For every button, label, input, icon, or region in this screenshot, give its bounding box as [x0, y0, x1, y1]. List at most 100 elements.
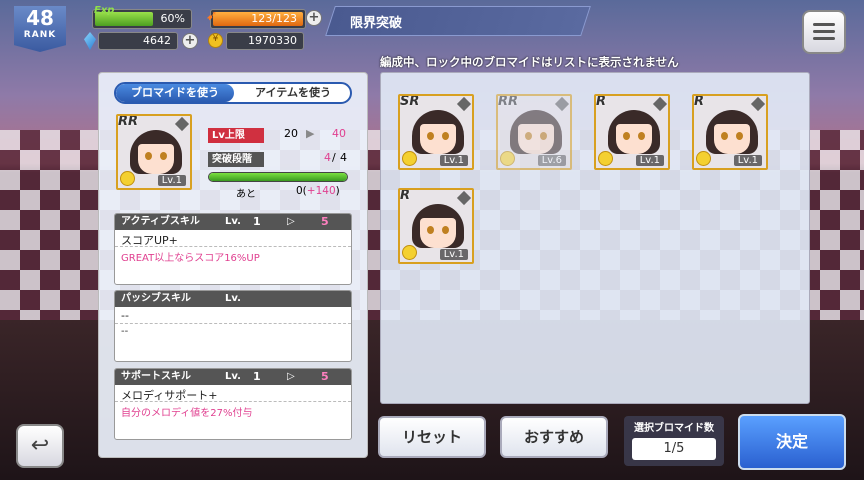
gem-add-button[interactable]: +: [182, 33, 198, 49]
rank-badge: 48 RANK: [14, 6, 66, 52]
card-level: Lv.6: [537, 155, 566, 166]
skill-desc: 自分のメロディ値を27%付与: [121, 408, 253, 419]
remaining-value: 0(+140): [296, 185, 340, 201]
character-eye: [525, 132, 532, 140]
character-eye: [442, 132, 449, 140]
skill-lv-from: 1: [253, 215, 261, 228]
character-face: [518, 124, 554, 154]
card-level: Lv.1: [733, 155, 762, 166]
source-tabs: ブロマイドを使う アイテムを使う: [114, 82, 352, 104]
arrow-icon: ▷: [287, 216, 295, 227]
stamina-add-button[interactable]: +: [306, 10, 322, 26]
attribute-icon: [696, 151, 711, 166]
remaining-number: 0(: [296, 185, 307, 197]
attribute-icon: [402, 245, 417, 260]
coin-icon: ¥: [208, 33, 223, 48]
character-face: [714, 124, 750, 154]
character-eye: [427, 132, 434, 140]
gem-icon: [84, 32, 96, 50]
tab-use-item[interactable]: アイテムを使う: [234, 84, 350, 102]
skill-header: アクティブスキル Lv. 1 ▷ 5: [115, 214, 351, 230]
card-level: Lv.1: [635, 155, 664, 166]
rank-label: RANK: [23, 30, 57, 40]
card-rarity: R: [694, 94, 705, 109]
lv-from: 20: [284, 127, 298, 140]
lock-icon: [652, 96, 668, 112]
stamina-value: 123/123: [251, 12, 297, 25]
stage-current: 4: [324, 151, 331, 164]
attribute-icon: [402, 151, 417, 166]
character-face: [138, 144, 174, 174]
recommend-button[interactable]: おすすめ: [500, 416, 608, 458]
bromide-card[interactable]: R Lv.1: [594, 94, 670, 170]
skill-name: スコアUP+: [115, 230, 351, 247]
character-eye: [145, 152, 152, 160]
selection-counter: 選択ブロマイド数 1/5: [624, 416, 724, 466]
exp-percent: 60%: [160, 12, 185, 25]
character-face: [420, 124, 456, 154]
skill-header: パッシブスキル Lv.: [115, 291, 351, 307]
card-level: Lv.1: [157, 175, 186, 186]
stamina-icon: ➹: [206, 8, 218, 24]
lock-icon: [456, 190, 472, 206]
reset-button[interactable]: リセット: [378, 416, 486, 458]
skill-lv-to: 5: [321, 370, 329, 383]
lock-icon: [174, 116, 190, 132]
selection-value: 1/5: [632, 438, 716, 460]
skill-desc: --: [121, 326, 129, 337]
stage-max: 4: [340, 151, 347, 164]
character-eye: [623, 132, 630, 140]
menu-icon: [813, 23, 835, 26]
card-rarity: RR: [118, 114, 139, 129]
remaining-gain: +140: [306, 185, 336, 197]
skill-lv-label: Lv.: [225, 371, 241, 382]
attribute-icon: [598, 151, 613, 166]
remaining-label: あと: [236, 189, 256, 200]
menu-button[interactable]: [802, 10, 846, 54]
card-rarity: SR: [400, 94, 420, 109]
card-level: Lv.1: [439, 155, 468, 166]
passive-skill-box: パッシブスキル Lv. -- --: [114, 290, 352, 362]
card-rarity: R: [400, 188, 411, 203]
character-eye: [540, 132, 547, 140]
attribute-icon: [120, 171, 135, 186]
lv-to: 40: [332, 127, 346, 140]
bromide-card[interactable]: RR Lv.6: [496, 94, 572, 170]
support-skill-box: サポートスキル Lv. 1 ▷ 5 メロディサポート+ 自分のメロディ値を27%…: [114, 368, 352, 440]
menu-icon-line: [813, 37, 835, 40]
exp-label: Exp: [94, 5, 115, 16]
skill-lv-label: Lv.: [225, 293, 241, 304]
character-face: [420, 218, 456, 248]
selected-card[interactable]: RR Lv.1: [116, 114, 192, 190]
selection-label: 選択ブロマイド数: [634, 423, 714, 434]
active-skill-box: アクティブスキル Lv. 1 ▷ 5 スコアUP+ GREAT以上ならスコア16…: [114, 213, 352, 285]
card-level: Lv.1: [439, 249, 468, 260]
lock-icon: [750, 96, 766, 112]
skill-desc: GREAT以上ならスコア16%UP: [121, 253, 260, 264]
coin-count: 1970330: [226, 32, 304, 50]
top-bar: 48 RANK 60% Exp 123/123 ➹ + 4642 + ¥ 197…: [0, 0, 864, 56]
lock-icon: [456, 96, 472, 112]
character-eye: [721, 132, 728, 140]
back-button[interactable]: ↩: [16, 424, 64, 468]
character-eye: [736, 132, 743, 140]
stamina-bar: 123/123: [210, 9, 306, 29]
stage-sep: /: [332, 151, 336, 164]
character-eye: [160, 152, 167, 160]
notice-text: 編成中、ロック中のブロマイドはリストに表示されません: [380, 55, 679, 69]
remaining-close: ): [335, 185, 340, 197]
bromide-card[interactable]: SR Lv.1: [398, 94, 474, 170]
menu-icon-line: [813, 30, 835, 33]
tab-use-bromide[interactable]: ブロマイドを使う: [116, 84, 234, 102]
stage-label: 突破段階: [208, 152, 264, 167]
character-eye: [442, 226, 449, 234]
card-rarity: R: [596, 94, 607, 109]
decide-button[interactable]: 決定: [738, 414, 846, 470]
skill-header-label: パッシブスキル: [121, 293, 191, 304]
gem-count: 4642: [98, 32, 178, 50]
arrow-icon: ▷: [287, 371, 295, 382]
bromide-card[interactable]: R Lv.1: [398, 188, 474, 264]
skill-header-label: サポートスキル: [121, 371, 191, 382]
skill-name: --: [115, 307, 351, 324]
bromide-card[interactable]: R Lv.1: [692, 94, 768, 170]
